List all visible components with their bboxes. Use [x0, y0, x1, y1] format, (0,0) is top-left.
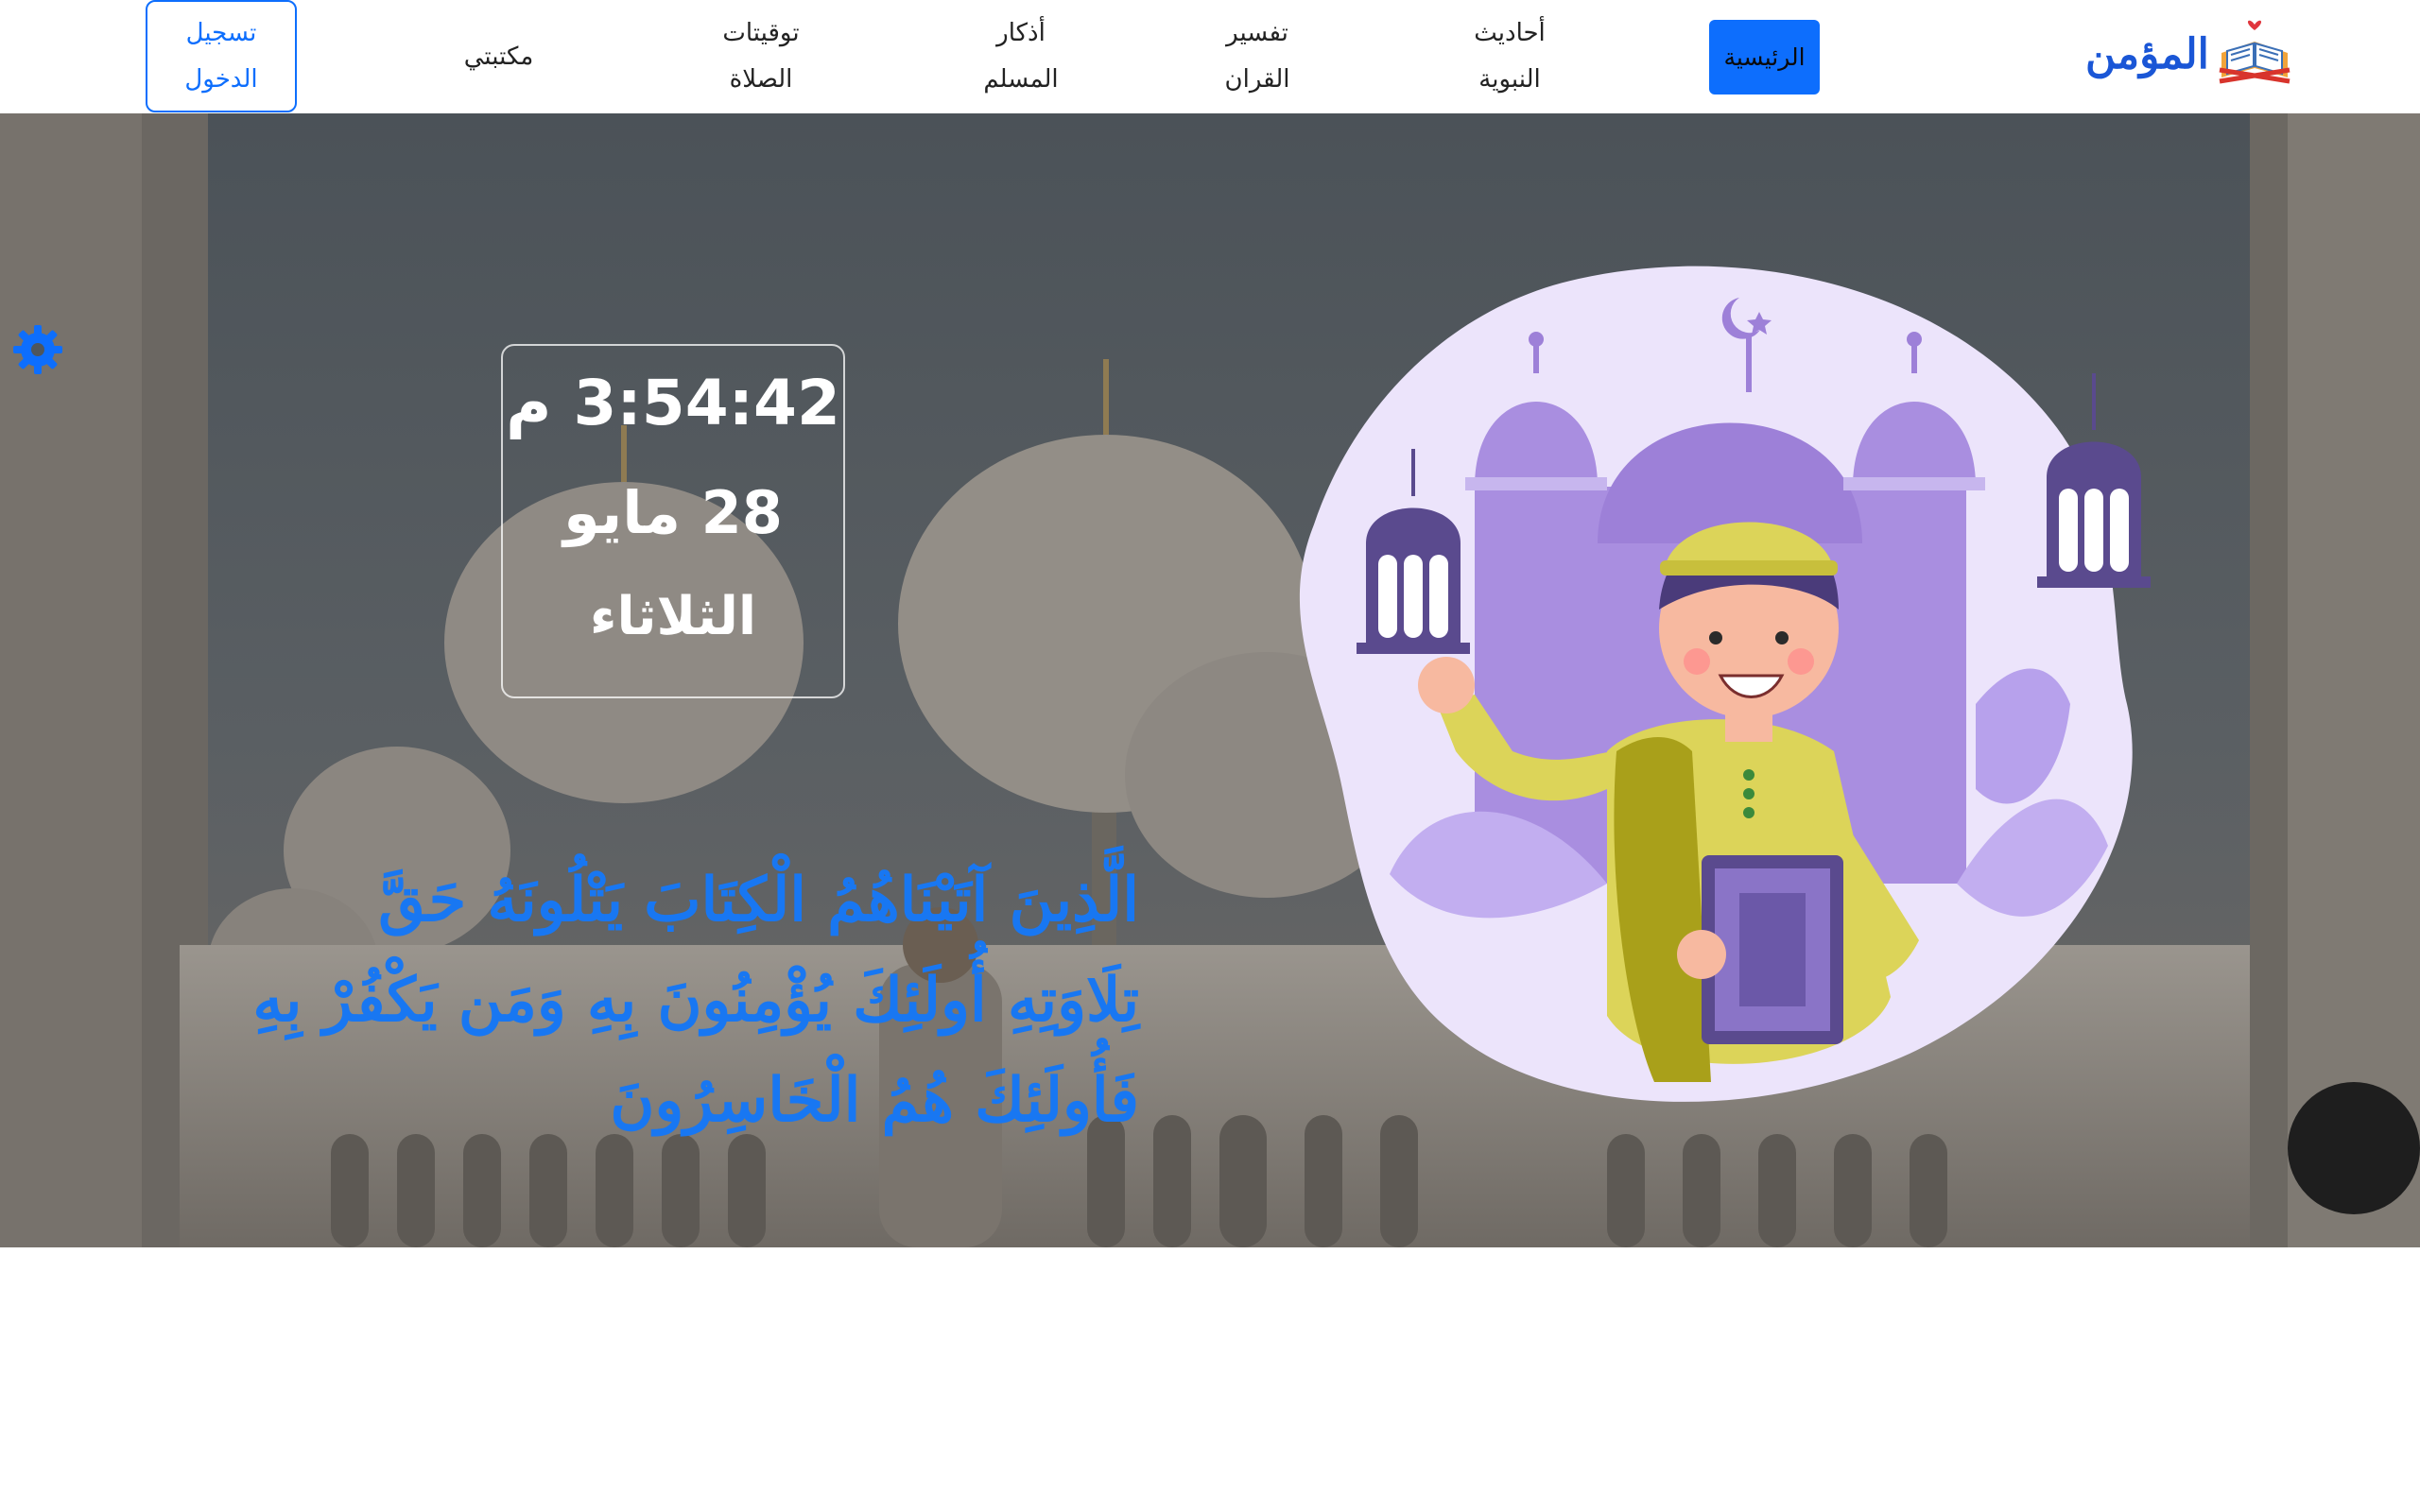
- clock-time: 3:54:42 م: [506, 367, 840, 439]
- hero-section: 3:54:42 م 28 مايو الثلاثاء الَّذِينَ آتَ…: [0, 113, 2420, 1247]
- brand-logo[interactable]: المؤمن: [2085, 13, 2293, 98]
- brand-name: المؤمن: [2085, 30, 2210, 78]
- book-logo-icon: [2219, 20, 2290, 84]
- nav-my-library[interactable]: مكتبتي: [444, 13, 553, 100]
- nav-adhkar[interactable]: أذكار المسلم: [955, 13, 1087, 100]
- nav-home[interactable]: الرئيسية: [1709, 20, 1820, 94]
- nav-tafsir[interactable]: تفسير القران: [1196, 13, 1319, 100]
- login-button[interactable]: تسجيل الدخول: [146, 0, 297, 112]
- quran-verse: الَّذِينَ آتَيْنَاهُمُ الْكِتَابَ يَتْلُ…: [252, 865, 1139, 1136]
- gear-icon[interactable]: [11, 323, 64, 376]
- clock-widget: 3:54:42 م 28 مايو الثلاثاء: [501, 344, 845, 698]
- top-navbar: المؤمن الرئيسية أحاديث النبوية تفسير الق…: [0, 0, 2420, 114]
- clock-day: الثلاثاء: [589, 586, 757, 647]
- nav-prayer-times[interactable]: توقيتات الصلاة: [690, 13, 832, 100]
- clock-date: 28 مايو: [563, 478, 783, 547]
- nav-hadith[interactable]: أحاديث النبوية: [1448, 13, 1571, 100]
- muslim-boy-illustration: [1299, 266, 2151, 1102]
